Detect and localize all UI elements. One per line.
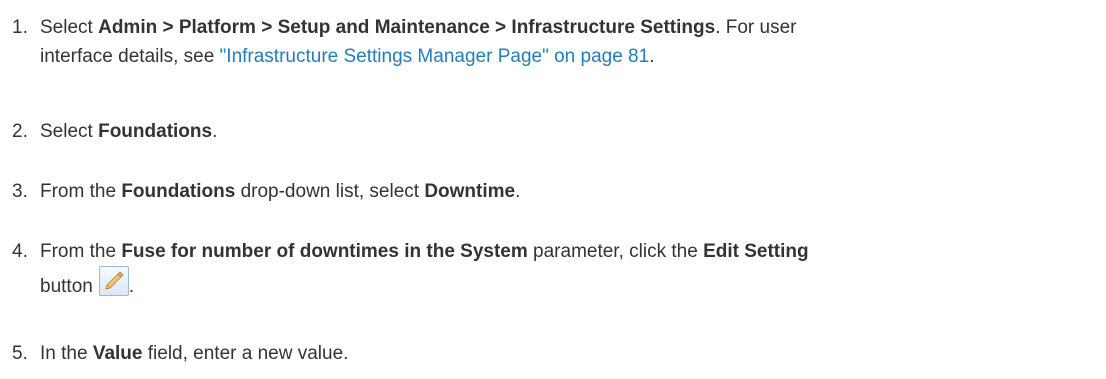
step-text: Select bbox=[40, 121, 99, 142]
ui-term: Fuse for number of downtimes in the Syst… bbox=[121, 241, 528, 262]
step-text: button bbox=[40, 276, 93, 297]
step-text: field, enter a new value. bbox=[142, 343, 349, 364]
menu-path: Admin > Platform > Setup and Maintenance… bbox=[98, 17, 716, 38]
step-text: drop-down list, select bbox=[235, 181, 425, 202]
step-text: Select bbox=[40, 17, 99, 38]
ui-term: Edit Setting bbox=[703, 241, 809, 262]
step-1-line-1: Select Admin > Platform > Setup and Main… bbox=[40, 13, 1100, 42]
ui-term: Foundations bbox=[98, 121, 213, 142]
step-text: . bbox=[212, 121, 218, 142]
step-text: From the bbox=[40, 241, 122, 262]
step-number: 4. bbox=[12, 241, 28, 262]
ui-term: Value bbox=[92, 343, 143, 364]
step-number: 1. bbox=[12, 17, 28, 38]
step-5: 5. In the Value field, enter a new value… bbox=[0, 339, 1100, 368]
step-4: 4. From the Fuse for number of downtimes… bbox=[0, 237, 1100, 304]
step-number: 2. bbox=[12, 121, 28, 142]
step-number: 5. bbox=[12, 343, 28, 364]
step-3: 3. From the Foundations drop-down list, … bbox=[0, 177, 1100, 206]
infrastructure-settings-link[interactable]: "Infrastructure Settings Manager Page" o… bbox=[220, 46, 650, 67]
step-4-line-1: From the Fuse for number of downtimes in… bbox=[40, 237, 1100, 266]
step-text: . bbox=[515, 181, 521, 202]
step-1-line-2: interface details, see "Infrastructure S… bbox=[40, 42, 1100, 71]
step-4-line-2: button . bbox=[40, 266, 1100, 304]
step-text: interface details, see bbox=[40, 46, 220, 67]
step-text: . bbox=[649, 46, 655, 67]
ui-term: Downtime bbox=[424, 181, 516, 202]
step-text: . For user bbox=[715, 17, 797, 38]
procedure-steps: 1. Select Admin > Platform > Setup and M… bbox=[0, 0, 1106, 379]
ui-term: Foundations bbox=[121, 181, 236, 202]
step-1: 1. Select Admin > Platform > Setup and M… bbox=[0, 13, 1100, 71]
step-text: . bbox=[128, 276, 135, 297]
pencil-icon bbox=[105, 271, 124, 290]
step-text: In the bbox=[40, 343, 93, 364]
step-text: parameter, click the bbox=[527, 241, 704, 262]
step-number: 3. bbox=[12, 181, 28, 202]
step-text: From the bbox=[40, 181, 122, 202]
step-2: 2. Select Foundations. bbox=[0, 117, 1100, 146]
edit-setting-button[interactable] bbox=[98, 266, 129, 296]
